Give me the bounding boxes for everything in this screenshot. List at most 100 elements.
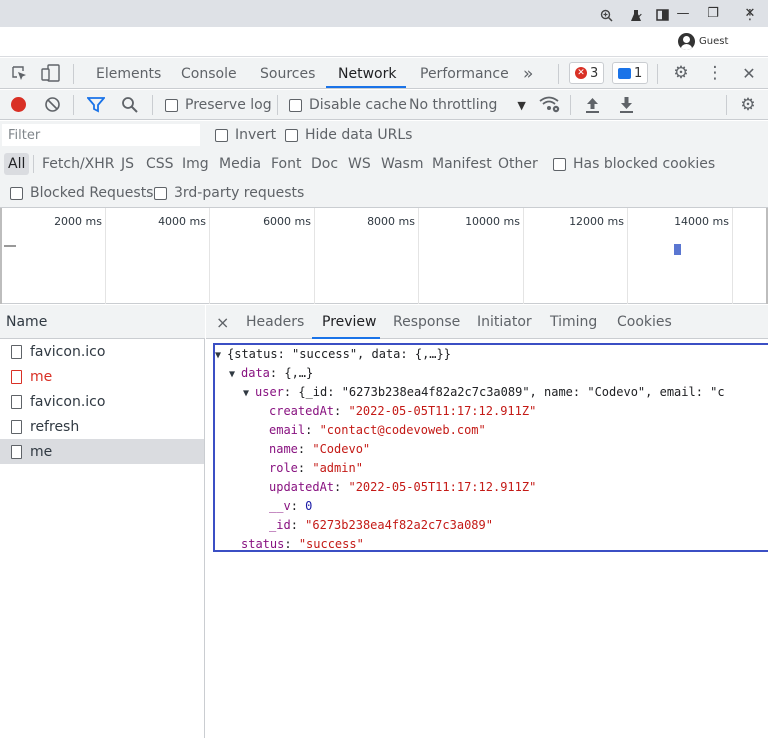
type-css[interactable]: CSS [142, 153, 178, 175]
invert-checkbox[interactable]: Invert [215, 124, 276, 146]
checkbox[interactable] [215, 128, 228, 142]
type-img[interactable]: Img [178, 153, 213, 175]
inspect-element-icon[interactable] [8, 62, 30, 84]
export-har-icon[interactable] [619, 96, 634, 117]
json-value: "6273b238ea4f82a2c7c3a089" [305, 518, 493, 532]
expand-triangle-icon[interactable]: ▼ [243, 384, 255, 403]
kebab-menu-icon[interactable]: ⋮ [741, 4, 759, 26]
network-conditions-icon[interactable] [539, 95, 561, 117]
tab-cookies[interactable]: Cookies [617, 305, 672, 339]
close-details-icon[interactable]: × [216, 305, 229, 339]
json-key: _id [269, 518, 291, 532]
settings-gear-icon[interactable]: ⚙ [670, 62, 692, 84]
tab-sources[interactable]: Sources [260, 58, 315, 89]
devtools-menu-icon[interactable]: ⋮ [705, 62, 725, 84]
tab-timing[interactable]: Timing [550, 305, 597, 339]
json-field: createdAt: "2022-05-05T11:17:12.911Z" [269, 404, 537, 418]
labs-flask-icon[interactable] [626, 4, 646, 26]
request-name: favicon.ico [30, 343, 106, 360]
json-field: updatedAt: "2022-05-05T11:17:12.911Z" [269, 480, 537, 494]
request-row[interactable]: refresh [0, 414, 204, 439]
checkbox[interactable] [289, 98, 302, 112]
blocked-requests-checkbox[interactable]: Blocked Requests [10, 182, 153, 204]
more-tabs-button[interactable]: » [523, 58, 533, 89]
network-settings-gear-icon[interactable]: ⚙ [737, 94, 759, 116]
json-key: name [269, 442, 298, 456]
tab-console[interactable]: Console [181, 58, 237, 89]
type-wasm[interactable]: Wasm [377, 153, 427, 175]
json-user-node[interactable]: ▼ user: {_id: "6273b238ea4f82a2c7c3a089",… [215, 383, 768, 402]
tab-preview[interactable]: Preview [322, 305, 377, 339]
checkbox[interactable] [553, 157, 566, 171]
type-doc[interactable]: Doc [307, 153, 342, 175]
record-icon[interactable] [11, 97, 26, 112]
expand-triangle-icon[interactable]: ▼ [215, 346, 227, 365]
request-row-selected[interactable]: me [0, 439, 204, 464]
json-summary: {,…} [284, 366, 314, 380]
json-field: name: "Codevo" [269, 442, 371, 456]
active-tab-indicator [312, 337, 380, 339]
type-ws[interactable]: WS [344, 153, 375, 175]
tab-initiator[interactable]: Initiator [477, 305, 532, 339]
tab-response[interactable]: Response [393, 305, 460, 339]
divider [570, 95, 571, 115]
request-row[interactable]: favicon.ico [0, 389, 204, 414]
disable-cache-label: Disable cache [309, 97, 407, 113]
checkbox[interactable] [165, 98, 178, 112]
zoom-icon[interactable] [596, 4, 616, 26]
message-icon [618, 67, 631, 79]
json-preview[interactable]: ▼ {status: "success", data: {,…}} ▼ data: … [213, 343, 768, 552]
type-font[interactable]: Font [267, 153, 305, 175]
json-key: updatedAt [269, 480, 335, 494]
preserve-log-checkbox[interactable]: Preserve log [165, 94, 272, 116]
timeline-tick-label: 4000 ms [158, 215, 206, 228]
type-all[interactable]: All [4, 153, 30, 175]
restore-button[interactable]: ❐ [694, 0, 732, 27]
type-js[interactable]: JS [117, 153, 138, 175]
timeline-gridline [105, 208, 106, 304]
filter-input[interactable] [2, 124, 200, 146]
filter-funnel-icon[interactable] [86, 96, 106, 117]
close-devtools-icon[interactable]: ✕ [738, 62, 760, 84]
profile-chip[interactable]: Guest [678, 31, 728, 52]
expand-triangle-icon[interactable]: ▼ [229, 365, 241, 384]
divider [277, 95, 278, 115]
type-manifest[interactable]: Manifest [428, 153, 496, 175]
device-toolbar-icon[interactable] [40, 62, 62, 84]
import-har-icon[interactable] [585, 96, 600, 117]
has-blocked-cookies-checkbox[interactable]: Has blocked cookies [553, 153, 715, 175]
has-blocked-cookies-label: Has blocked cookies [573, 156, 716, 172]
name-column-header[interactable]: Name [0, 305, 205, 339]
type-fetch-xhr[interactable]: Fetch/XHR [38, 153, 119, 175]
clear-icon[interactable] [44, 96, 61, 117]
throttling-select[interactable]: No throttling ▼ [409, 94, 526, 116]
side-panel-icon[interactable] [652, 4, 672, 26]
disable-cache-checkbox[interactable]: Disable cache [289, 94, 407, 116]
checkbox[interactable] [154, 186, 167, 200]
json-value: 0 [305, 499, 313, 513]
tab-network[interactable]: Network [338, 58, 396, 89]
hide-data-urls-checkbox[interactable]: Hide data URLs [285, 124, 412, 146]
type-other[interactable]: Other [494, 153, 542, 175]
search-icon[interactable] [121, 96, 138, 117]
tab-performance[interactable]: Performance [420, 58, 509, 89]
timeline-tick-label: 8000 ms [367, 215, 415, 228]
json-data-node[interactable]: ▼ data: {,…} [215, 364, 768, 383]
tab-headers[interactable]: Headers [246, 305, 304, 339]
checkbox[interactable] [10, 186, 23, 200]
json-field: __v: 0 [269, 499, 313, 513]
checkbox[interactable] [285, 128, 298, 142]
throttling-value: No throttling [409, 97, 498, 113]
json-root-node[interactable]: ▼ {status: "success", data: {,…}} [215, 345, 768, 364]
tab-elements[interactable]: Elements [96, 58, 161, 89]
error-count-badge[interactable]: ✕ 3 [569, 62, 605, 84]
json-summary: {_id: "6273b238ea4f82a2c7c3a089", name: … [298, 385, 725, 399]
third-party-requests-checkbox[interactable]: 3rd-party requests [154, 182, 304, 204]
request-row[interactable]: me [0, 364, 204, 389]
timeline-gridline [418, 208, 419, 304]
request-row[interactable]: favicon.ico [0, 339, 204, 364]
divider [558, 64, 559, 84]
type-media[interactable]: Media [215, 153, 265, 175]
divider [73, 64, 74, 84]
message-count-badge[interactable]: 1 [612, 62, 649, 84]
